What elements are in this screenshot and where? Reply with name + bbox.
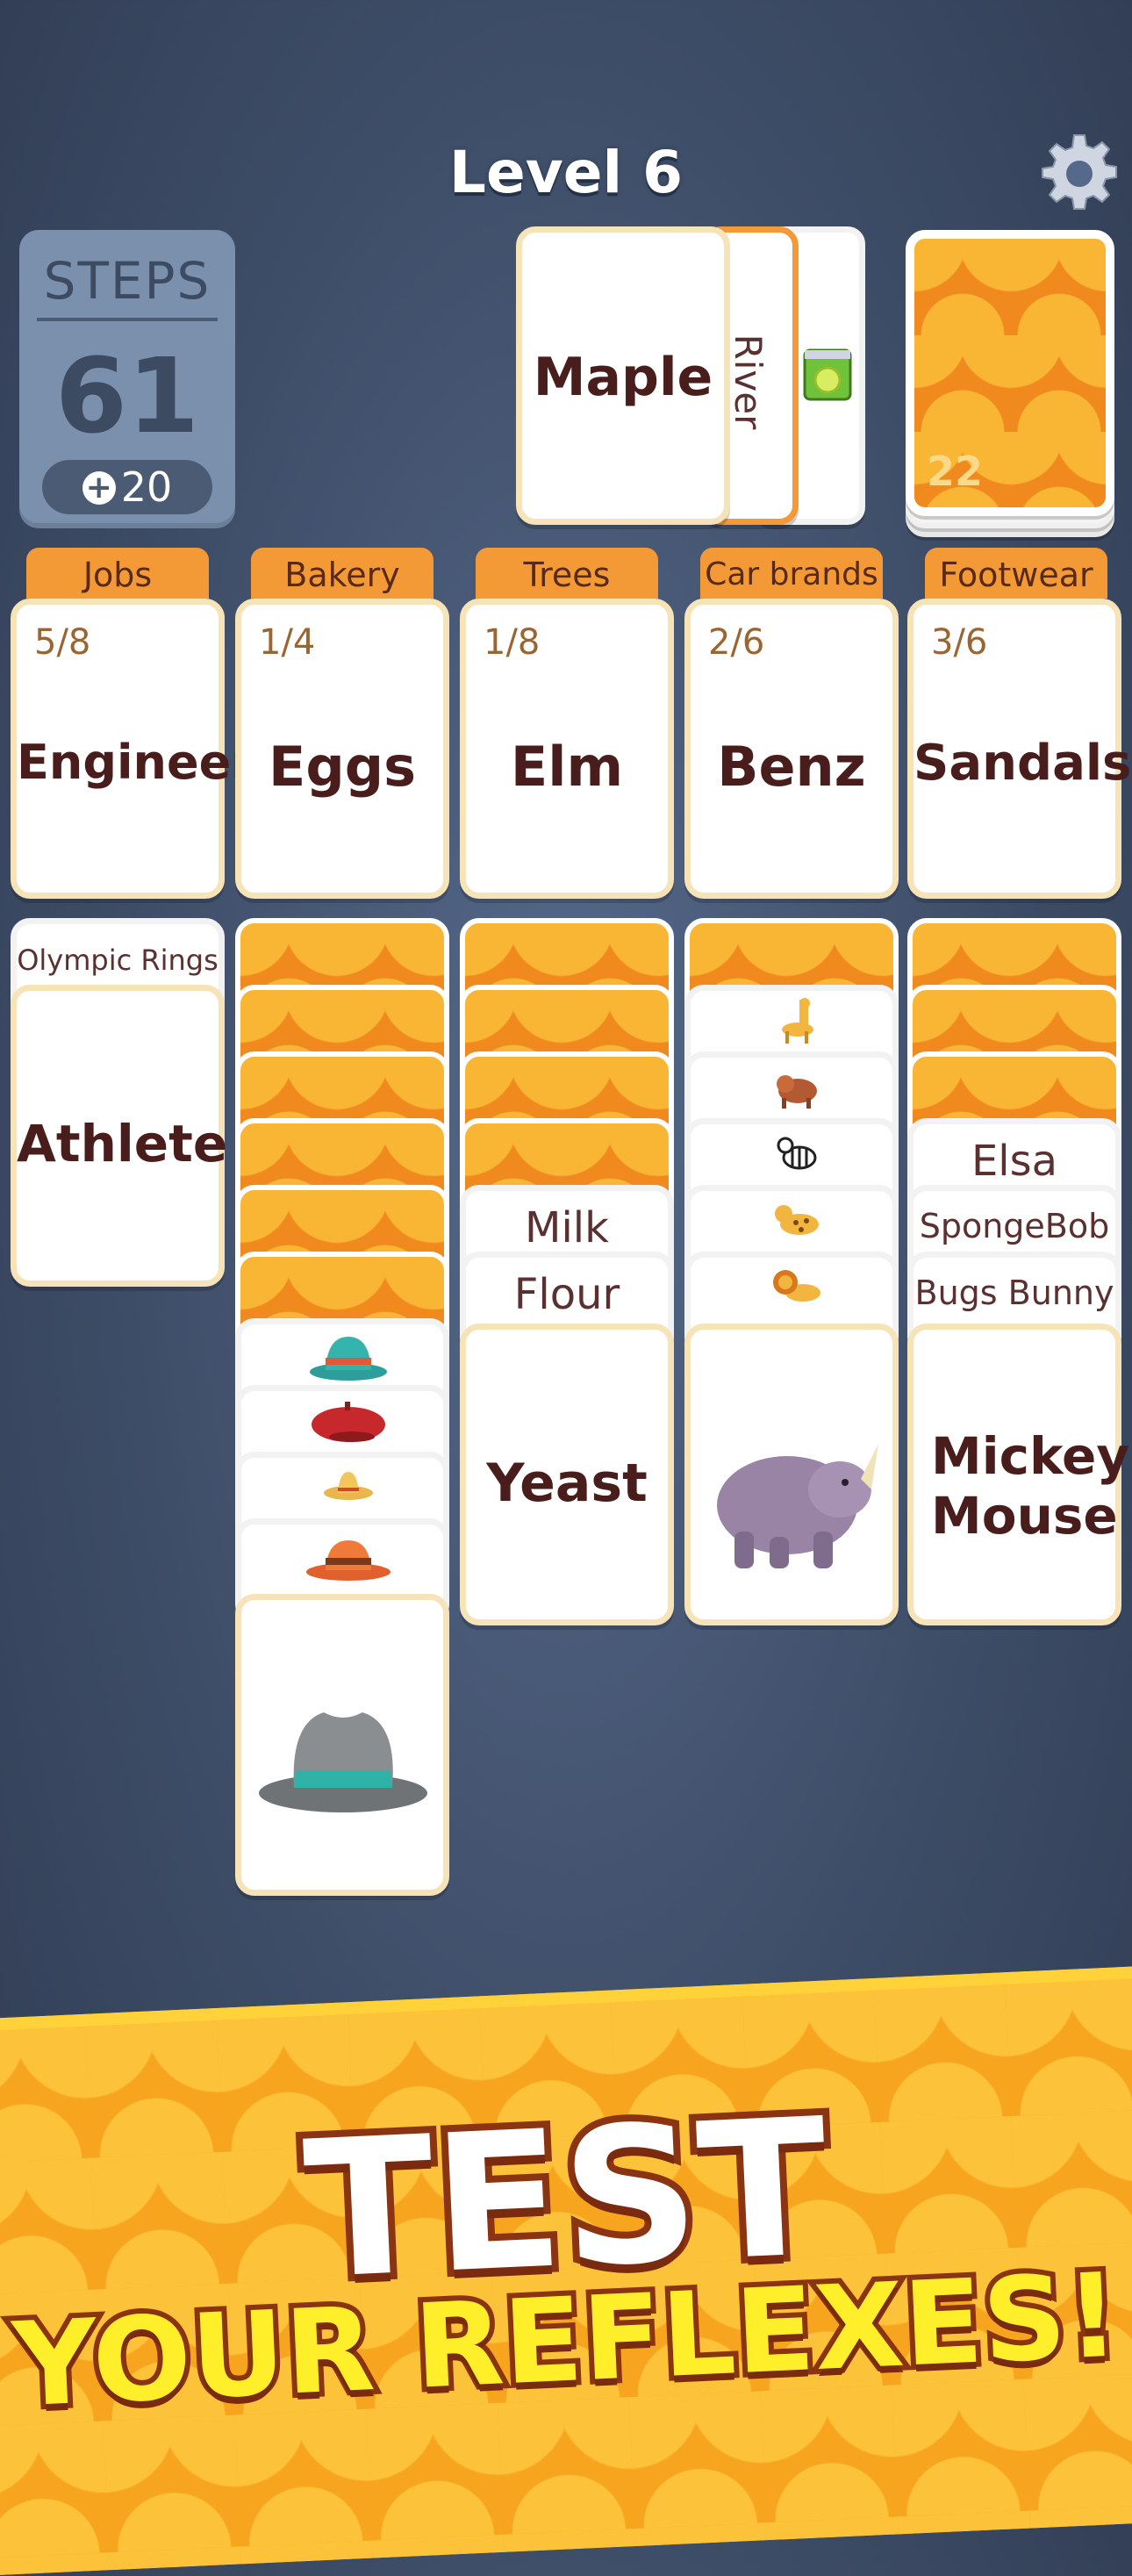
category-slot-bakery[interactable]: 1/4 Eggs (235, 599, 449, 899)
category-tab-trees: Trees (476, 548, 658, 599)
giraffe-icon (782, 998, 813, 1044)
category-tab-jobs: Jobs (26, 548, 209, 599)
column-card-label: Flour (513, 1270, 620, 1319)
rhino-icon (717, 1444, 878, 1568)
column3-top-card[interactable]: Yeast (460, 1324, 674, 1625)
category-tab-car-brands: Car brands (700, 548, 883, 599)
column5-top-card[interactable]: Mickey Mouse (907, 1324, 1130, 1625)
column-card-label: Milk (525, 1203, 609, 1252)
column-card-label: Elsa (971, 1137, 1058, 1186)
category-progress: 5/8 (34, 622, 91, 663)
leopard-icon (775, 1205, 819, 1235)
category-progress: 1/4 (259, 622, 316, 663)
add-steps-button[interactable]: +20 (42, 460, 212, 514)
waste-top-card[interactable]: Maple (516, 226, 730, 525)
category-progress: 2/6 (708, 622, 765, 663)
waste-top-card-label: Maple (533, 347, 713, 408)
column1-top-card[interactable]: Athlete (11, 985, 228, 1287)
zebra-icon (777, 1137, 817, 1170)
category-progress: 3/6 (931, 622, 988, 663)
settings-gear-icon[interactable] (1035, 130, 1123, 218)
category-card-label: Sandals (913, 735, 1132, 792)
warthog-icon (777, 1075, 817, 1109)
category-card-label: Benz (717, 735, 866, 799)
gray-fedora-icon (259, 1712, 427, 1812)
column-card-label: Athlete (17, 1114, 228, 1173)
plus-icon: + (82, 471, 116, 505)
category-slot-car-brands[interactable]: 2/6 Benz (684, 599, 899, 899)
lion-icon (773, 1270, 820, 1302)
category-slot-trees[interactable]: 1/8 Elm (460, 599, 674, 899)
category-slot-footwear[interactable]: 3/6 Sandals (907, 599, 1132, 899)
category-card-label: Eggs (268, 735, 417, 799)
orange-hat-icon (306, 1540, 390, 1581)
column-card-label: SpongeBob (919, 1207, 1110, 1245)
deck[interactable]: 22 (906, 230, 1114, 516)
red-beret-icon (312, 1402, 385, 1442)
sombrero-icon (324, 1472, 373, 1500)
lime-can-icon (803, 348, 852, 401)
column-card-label: Yeast (486, 1453, 648, 1514)
deck-remaining-count: 22 (927, 448, 984, 495)
level-title: Level 6 (448, 139, 684, 206)
steps-divider (37, 318, 218, 321)
category-card-label: Engineer (17, 735, 254, 790)
category-tab-bakery: Bakery (251, 548, 433, 599)
column2-top-card[interactable] (235, 1594, 449, 1896)
column-card-label: Mickey Mouse (931, 1426, 1130, 1546)
category-progress: 1/8 (484, 622, 541, 663)
steps-value: 61 (54, 335, 200, 456)
add-steps-amount: 20 (120, 463, 173, 511)
steps-label: STEPS (43, 251, 211, 311)
column-card-label: Bugs Bunny (914, 1274, 1114, 1312)
column4-top-card[interactable] (684, 1324, 899, 1625)
column-card-label: Olympic Rings (17, 944, 219, 977)
category-card-label: Elm (510, 735, 624, 799)
steps-panel: STEPS 61 +20 (19, 230, 235, 528)
teal-hat-icon (310, 1337, 387, 1381)
category-tab-footwear: Footwear (925, 548, 1107, 599)
category-slot-jobs[interactable]: 5/8 Engineer (11, 599, 254, 899)
